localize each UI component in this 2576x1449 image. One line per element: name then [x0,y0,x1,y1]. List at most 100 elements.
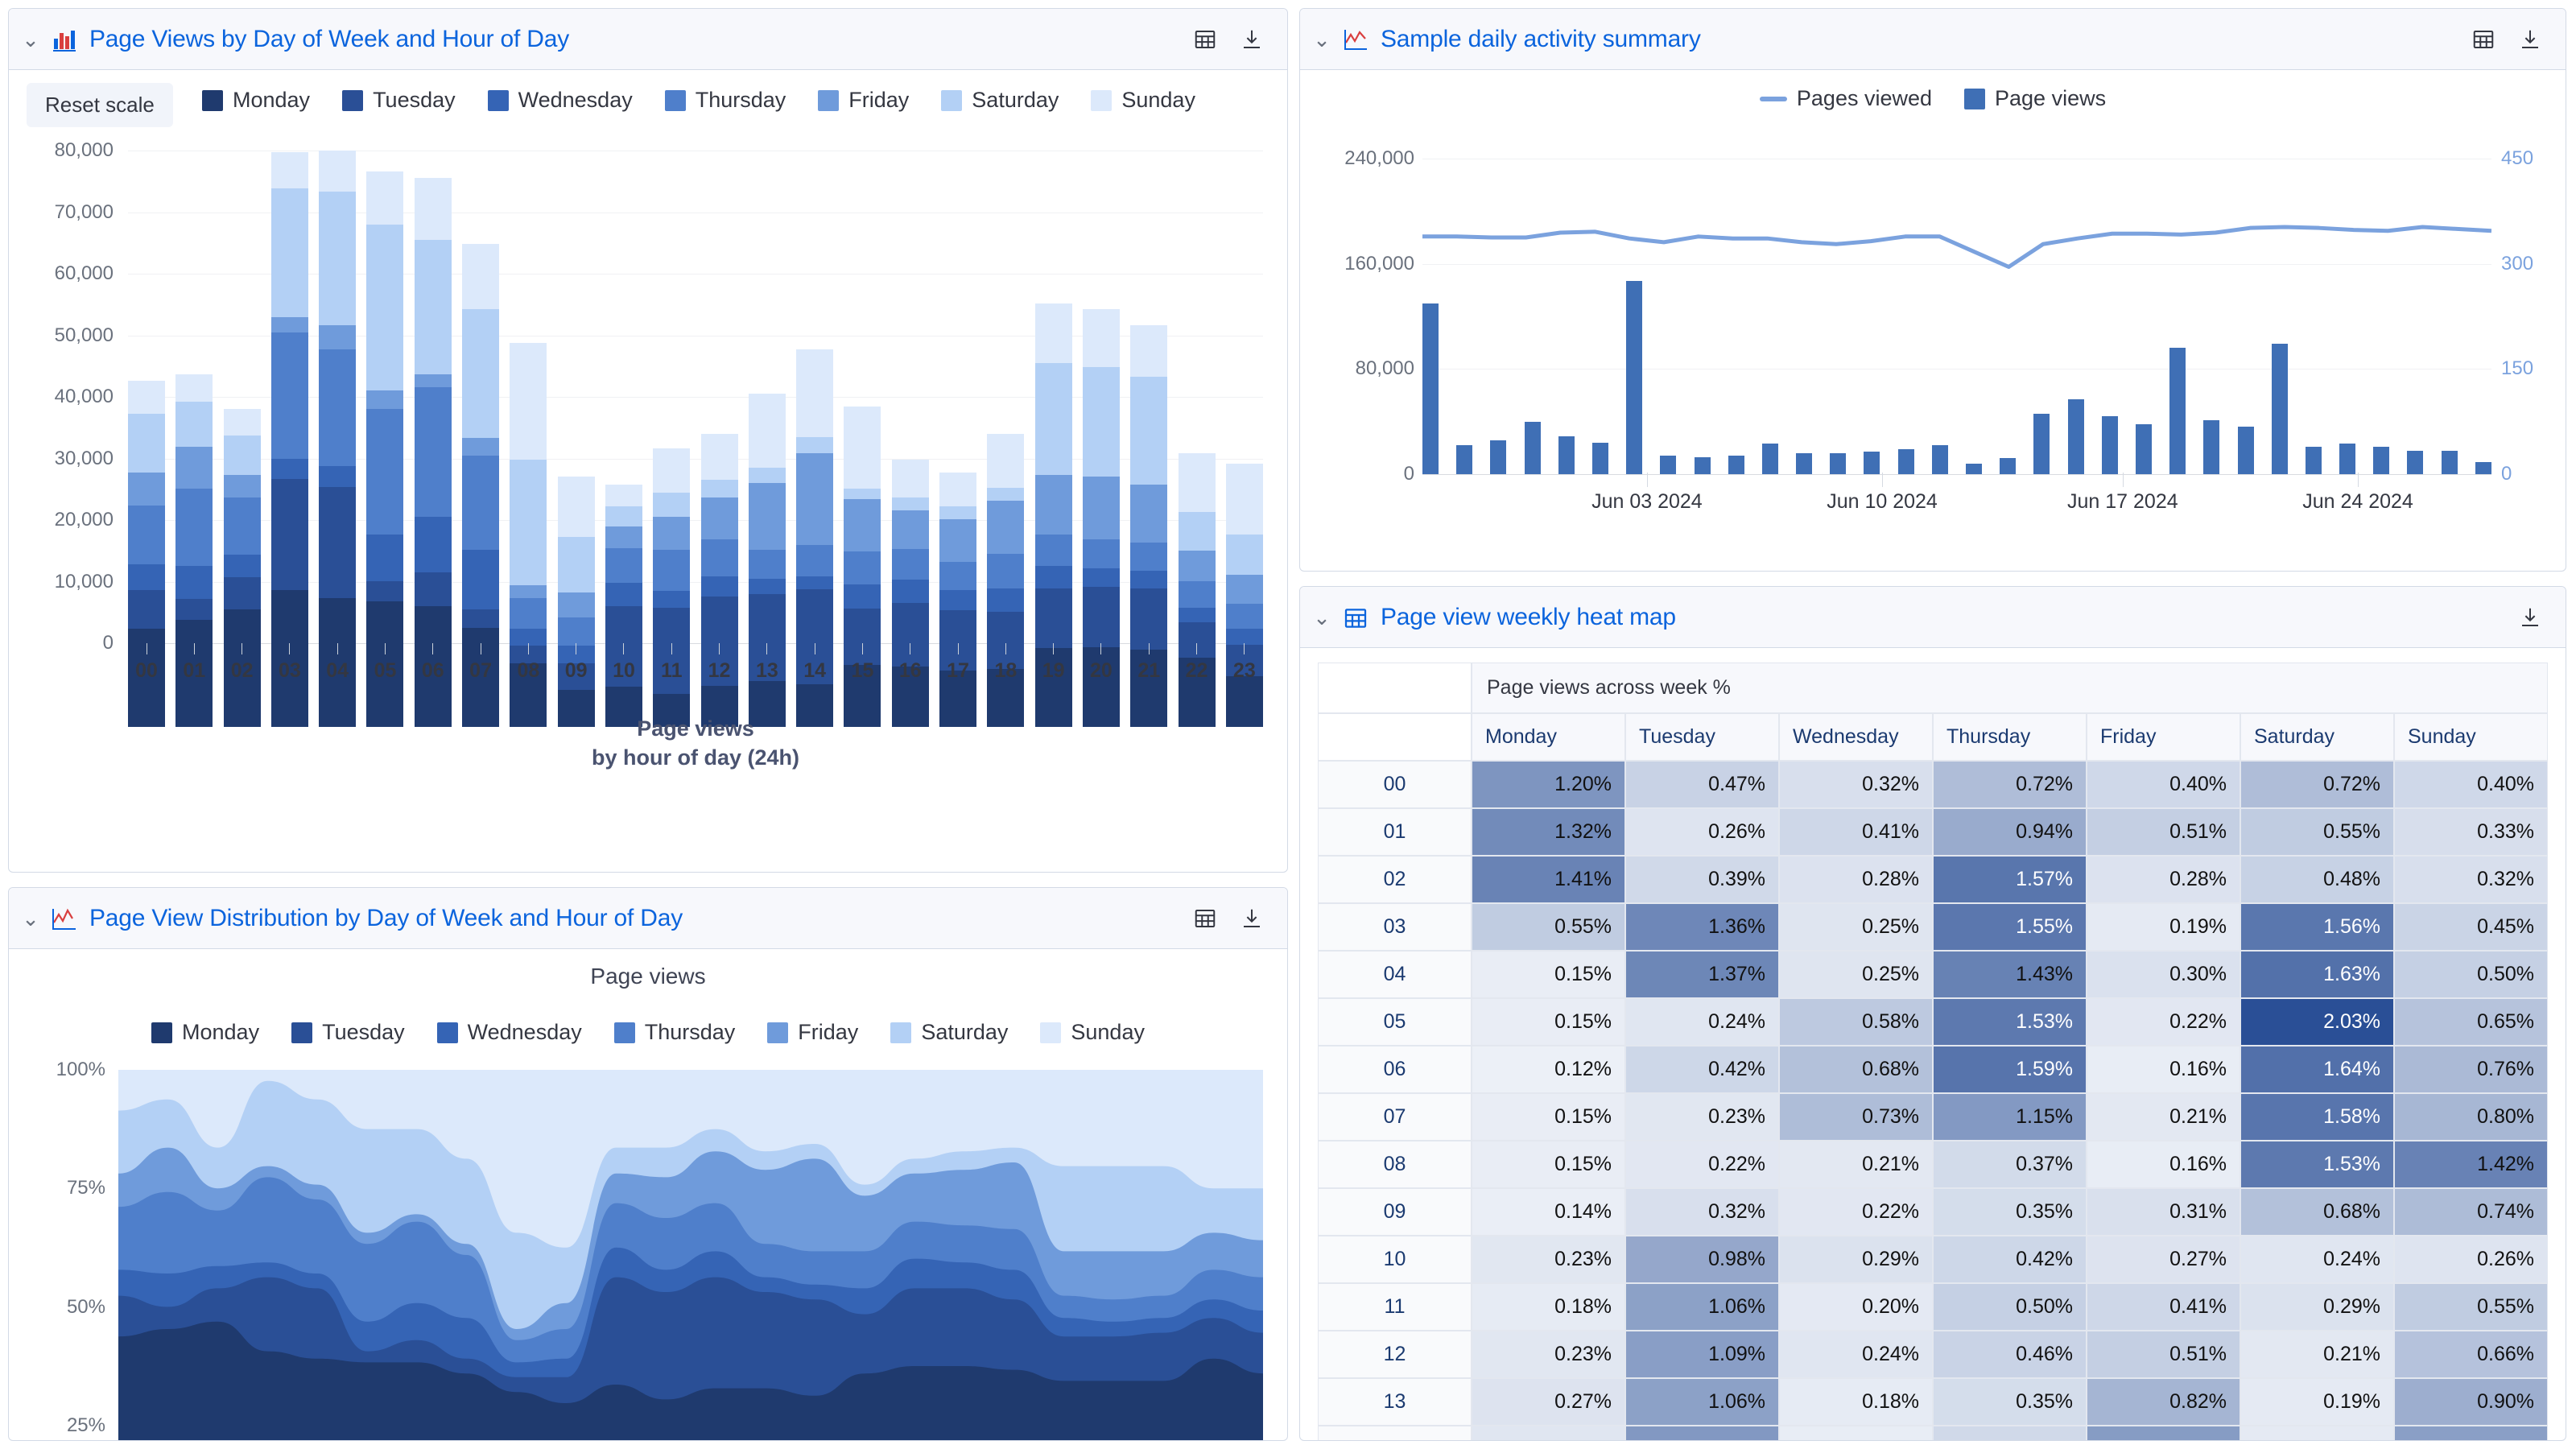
bar-segment[interactable] [796,544,834,577]
bar-segment[interactable] [1130,571,1168,588]
bar-segment[interactable] [1082,587,1120,648]
heatmap-cell[interactable]: 0.55% [2394,1283,2548,1331]
bar-segment[interactable] [175,446,213,489]
bar-segment[interactable] [1034,303,1072,363]
bar-segment[interactable] [223,436,261,476]
panel-title[interactable]: Page View Distribution by Day of Week an… [89,905,683,932]
bar-segment[interactable] [270,459,308,480]
heatmap-cell[interactable]: 0.74% [2394,1188,2548,1236]
heatmap-cell[interactable]: 1.08% [2394,1426,2548,1440]
heatmap-cell[interactable]: 1.57% [1933,856,2087,903]
heatmap-cell[interactable]: 1.37% [1625,951,1779,998]
heatmap-column-header[interactable]: Thursday [1933,713,2087,761]
bar-segment[interactable] [1225,604,1263,629]
bar-segment[interactable] [319,486,357,599]
bar-segment[interactable] [366,390,404,409]
bar-segment[interactable] [1225,534,1263,576]
heatmap-cell[interactable]: 0.24% [1472,1426,1625,1440]
heatmap-cell[interactable]: 0.42% [1933,1236,2087,1283]
inspect-table-icon[interactable] [1187,22,1223,57]
heatmap-cell[interactable]: 0.32% [2394,856,2548,903]
bar-segment[interactable] [510,460,547,586]
bar-segment[interactable] [462,609,500,628]
heatmap-cell[interactable]: 0.65% [2394,998,2548,1046]
heatmap-cell[interactable]: 0.50% [2394,951,2548,998]
bar-stack[interactable] [414,151,452,727]
bar-stack[interactable] [557,151,595,727]
heatmap-cell[interactable]: 0.22% [2087,998,2240,1046]
heatmap-cell[interactable]: 0.72% [1933,761,2087,808]
heatmap-column-header[interactable]: Tuesday [1625,713,1779,761]
bar-segment[interactable] [844,609,881,665]
inspect-table-icon[interactable] [2466,22,2501,57]
heatmap-column-header[interactable]: Friday [2087,713,2240,761]
heatmap-cell[interactable]: 0.15% [1472,1141,1625,1188]
legend-item[interactable]: Thursday [613,1020,735,1045]
bar-segment[interactable] [605,506,642,526]
bar-stack[interactable] [128,151,165,727]
bar-segment[interactable] [270,316,308,332]
bar-segment[interactable] [1178,512,1216,551]
bar-segment[interactable] [796,576,834,590]
heatmap-cell[interactable]: 0.48% [2240,856,2394,903]
bar-segment[interactable] [748,394,786,468]
heatmap-cell[interactable]: 0.30% [2087,951,2240,998]
bar-segment[interactable] [796,349,834,438]
heatmap-cell[interactable]: 0.82% [2087,1378,2240,1426]
bar-segment[interactable] [891,580,929,604]
bar-segment[interactable] [1082,308,1120,368]
bar-segment[interactable] [510,598,547,629]
heatmap-cell[interactable]: 0.37% [1933,1141,2087,1188]
heatmap-cell[interactable]: 1.58% [2240,1093,2394,1141]
bar-segment[interactable] [1178,580,1216,608]
panel-title[interactable]: Page view weekly heat map [1381,604,1676,631]
heatmap-cell[interactable]: 2.03% [2240,998,2394,1046]
legend-item[interactable]: Wednesday [436,1020,582,1045]
heatmap-cell[interactable]: 0.50% [1933,1283,2087,1331]
bar-segment[interactable] [223,577,261,609]
bar-stack[interactable] [891,151,929,727]
heatmap-cell[interactable]: 0.28% [2087,856,2240,903]
bar-segment[interactable] [939,590,977,610]
heatmap-cell[interactable]: 0.24% [1625,998,1779,1046]
heatmap-cell[interactable]: 0.31% [2087,1188,2240,1236]
bar-segment[interactable] [366,224,404,391]
bar-segment[interactable] [844,499,881,552]
heatmap-cell[interactable]: 0.55% [2240,808,2394,856]
bar-segment[interactable] [128,413,165,473]
bar-segment[interactable] [891,603,929,667]
legend-item[interactable]: Monday [151,1020,259,1045]
heatmap-column-header[interactable]: Saturday [2240,713,2394,761]
bar-segment[interactable] [891,460,929,497]
bar-segment[interactable] [939,562,977,591]
legend-item[interactable]: Sunday [1091,88,1195,113]
heatmap-cell[interactable]: 0.76% [2394,1046,2548,1093]
bar-segment[interactable] [462,438,500,456]
heatmap-cell[interactable]: 1.55% [1933,903,2087,951]
heatmap-cell[interactable]: 0.22% [1625,1141,1779,1188]
bar-segment[interactable] [844,407,881,489]
legend-item[interactable]: Friday [767,1020,858,1045]
download-icon[interactable] [1234,901,1269,936]
heatmap-cell[interactable]: 1.53% [1933,998,2087,1046]
bar-stack[interactable] [1034,151,1072,727]
bar-segment[interactable] [1082,539,1120,569]
heatmap-cell[interactable]: 0.72% [2240,761,2394,808]
bar-segment[interactable] [653,517,691,551]
heatmap-cell[interactable]: 0.16% [2087,1141,2240,1188]
bar-segment[interactable] [987,433,1025,489]
heatmap-cell[interactable]: 0.15% [1472,1093,1625,1141]
heatmap-cell[interactable]: 0.23% [1472,1236,1625,1283]
collapse-chevron-icon[interactable]: ⌄ [1313,607,1331,628]
heatmap-cell[interactable]: 0.16% [1779,1426,1933,1440]
heatmap-cell[interactable]: 0.25% [1779,951,1933,998]
panel-title[interactable]: Page Views by Day of Week and Hour of Da… [89,26,569,53]
bar-segment[interactable] [319,192,357,325]
bar-segment[interactable] [1034,566,1072,588]
heatmap-cell[interactable]: 0.45% [2394,903,2548,951]
heatmap-cell[interactable]: 1.63% [2240,951,2394,998]
legend-item[interactable]: Monday [202,88,310,113]
bar-segment[interactable] [223,409,261,436]
bar-segment[interactable] [128,564,165,591]
heatmap-cell[interactable]: 0.20% [1779,1283,1933,1331]
